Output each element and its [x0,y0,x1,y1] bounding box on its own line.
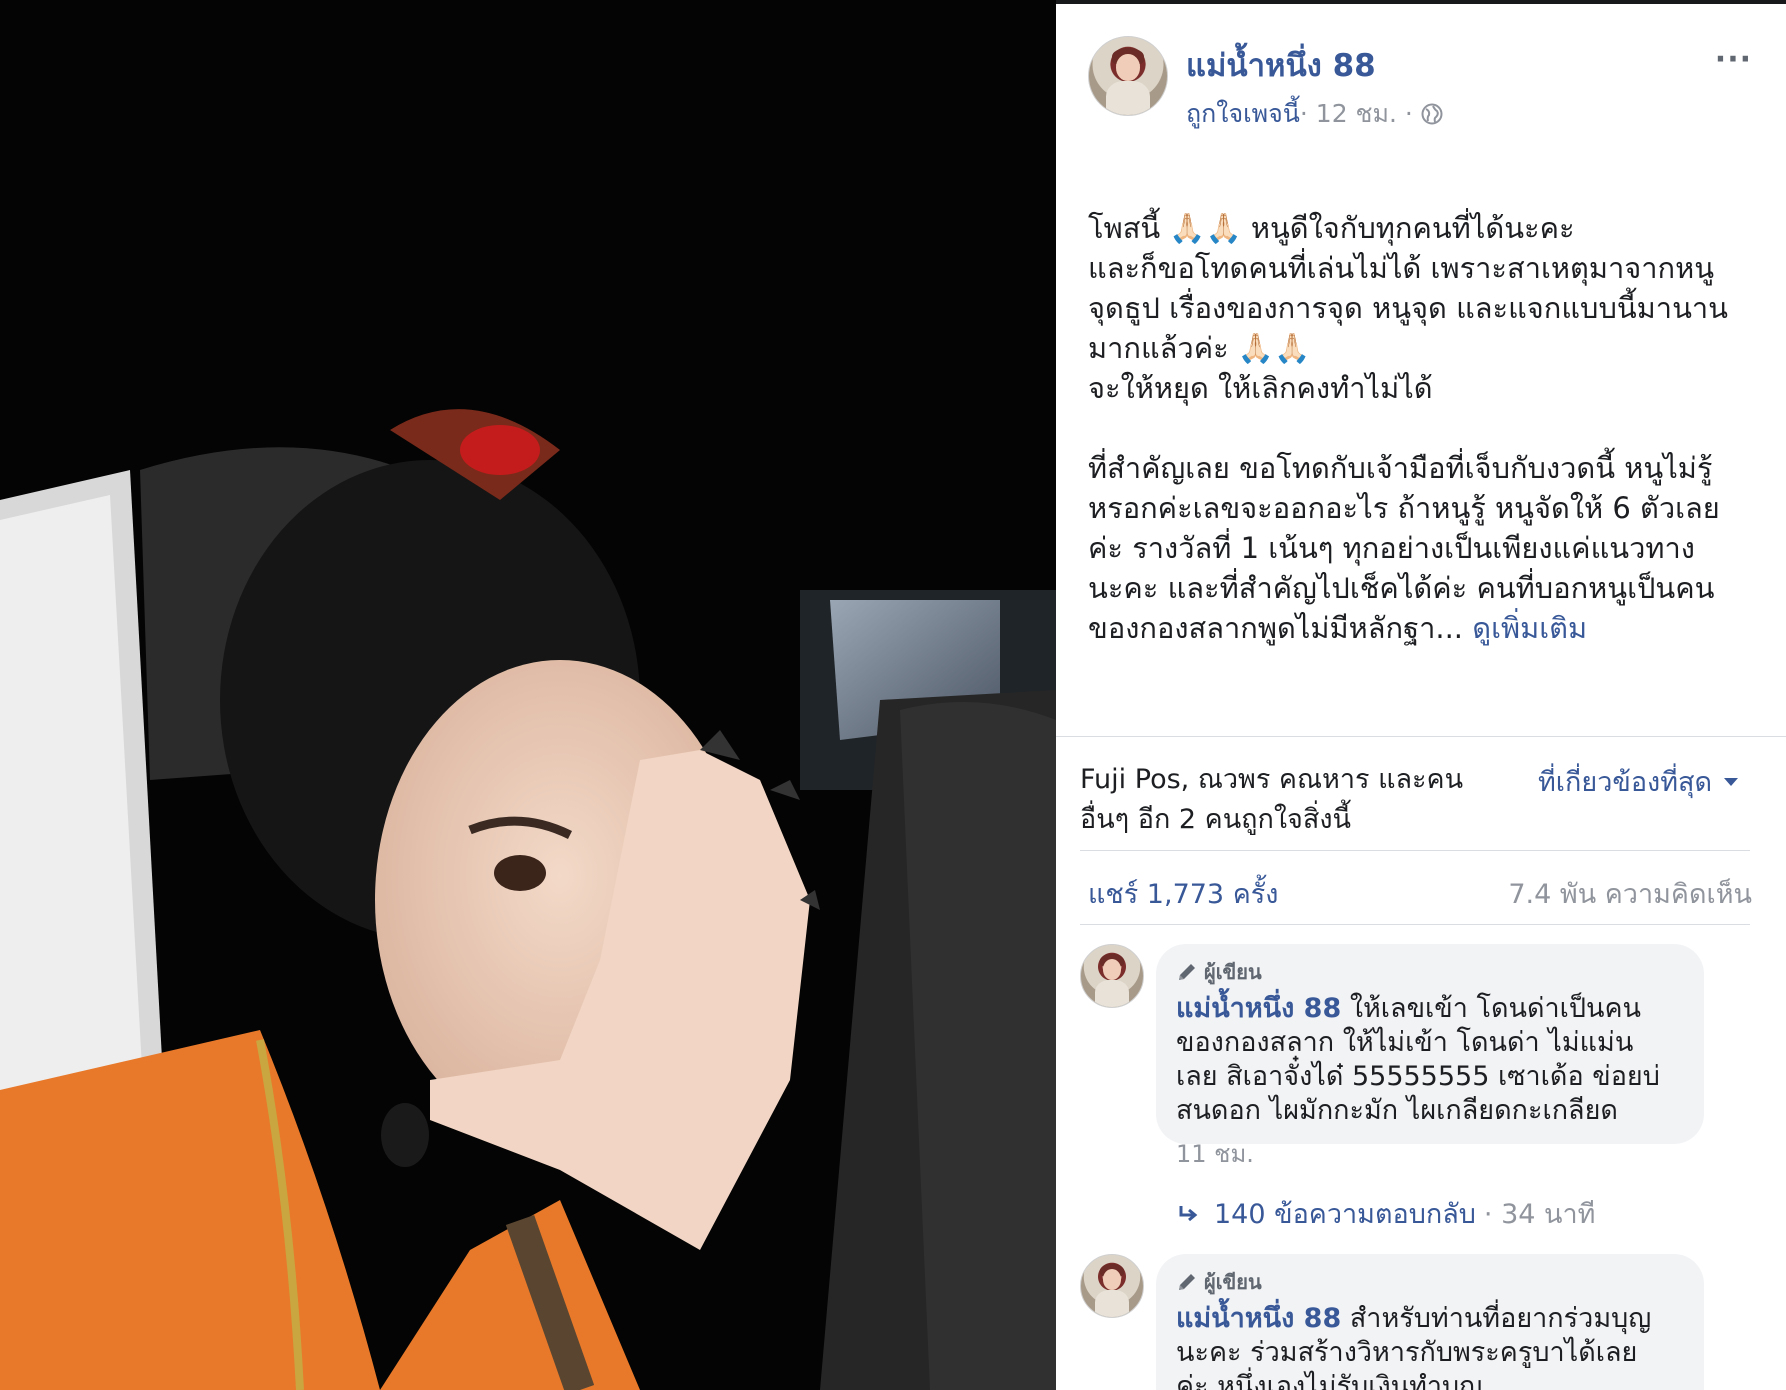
post-line: จุดธูป เรื่องของการจุด หนูจุด และแจกแบบน… [1088,291,1729,325]
comment-sort-dropdown[interactable]: ที่เกี่ยวข้องที่สุด [1538,760,1739,803]
comment-timestamp[interactable]: 11 ชม. [1176,1134,1254,1173]
comment-author-link[interactable]: แม่น้ำหนึ่ง 88 [1176,993,1341,1024]
comment-count-link[interactable]: 7.4 พัน ความคิดเห็น [1508,872,1752,915]
post-line: หรอกค่ะเลขจะออกอะไร ถ้าหนูรู้ หนูจัดให้ … [1088,491,1720,525]
selfie-illustration [0,0,1056,1390]
comment-bubble: ผู้เขียน แม่น้ำหนึ่ง 88 ให้เลขเข้า โดนด่… [1156,944,1704,1144]
post-line: นะคะ และที่สำคัญไปเช็คได้ค่ะ คนที่บอกหนู… [1088,571,1715,605]
post-line: และก็ขอโทดคนที่เล่นไม่ได้ เพราะสาเหตุมาจ… [1088,251,1715,285]
comment-author-link[interactable]: แม่น้ำหนึ่ง 88 [1176,1303,1341,1334]
author-badge: ผู้เขียน [1176,1266,1684,1298]
commenter-avatar[interactable] [1080,1254,1144,1318]
page-name-link[interactable]: แม่น้ำหนึ่ง 88 [1186,40,1376,90]
likers-line: อื่นๆ อีก 2 คนถูกใจสิ่งนี้ [1080,804,1352,835]
post-line: จะให้หยุด ให้เลิกคงทำไม่ได้ [1088,371,1433,405]
comment-text: แม่น้ำหนึ่ง 88 ให้เลขเข้า โดนด่าเป็นคน ข… [1176,992,1684,1128]
pencil-icon [1179,964,1195,980]
post-line: มากแล้วค่ะ 🙏🏻🙏🏻 [1088,331,1311,365]
comment-line: ให้เลขเข้า โดนด่าเป็นคน [1341,993,1641,1024]
see-more-link[interactable]: ดูเพิ่มเติม [1472,611,1587,645]
comment-line: เลย สิเอาจั๋งได๋ 55555555 เซาเด้อ ข่อยบ่ [1176,1061,1660,1092]
divider [1056,736,1786,737]
post-line: โพสนี้ 🙏🏻🙏🏻 หนูดีใจกับทุกคนที่ได้นะคะ [1088,211,1575,245]
commenter-avatar[interactable] [1080,944,1144,1008]
view-replies[interactable]: 140 ข้อความตอบกลับ · 34 นาที [1176,1192,1595,1235]
comment-bubble: ผู้เขียน แม่น้ำหนึ่ง 88 สำหรับท่านที่อยา… [1156,1254,1704,1390]
comment-line: สนดอก ไผมักกะมัก ไผเกลียดกะเกลียด [1176,1095,1618,1126]
reply-arrow-icon [1179,1205,1198,1221]
post-timestamp[interactable]: · 12 ชม. · [1300,94,1413,134]
comment-line: ค่ะ หนึ่งเองไม่รับเงินทำบุญ [1176,1371,1483,1390]
reply-timestamp: · 34 นาที [1483,1199,1596,1230]
author-badge: ผู้เขียน [1176,956,1684,988]
comment-line: นะคะ ร่วมสร้างวิหารกับพระครูบาได้เลย [1176,1337,1638,1368]
post-photo[interactable] [0,0,1056,1390]
post-line: ค่ะ รางวัลที่ 1 เน้นๆ ทุกอย่างเป็นเพียงแ… [1088,531,1695,565]
caret-down-icon [1724,777,1739,786]
more-options-icon[interactable]: ··· [1715,42,1752,77]
author-badge-label: ผู้เขียน [1204,1270,1262,1294]
likers-summary[interactable]: Fuji Pos, ณวพร คณหาร และคน อื่นๆ อีก 2 ค… [1080,760,1500,840]
likers-line: Fuji Pos, ณวพร คณหาร และคน [1080,764,1464,795]
post-body: โพสนี้ 🙏🏻🙏🏻 หนูดีใจกับทุกคนที่ได้นะคะ แล… [1088,208,1758,648]
post-line: ที่สำคัญเลย ขอโทดกับเจ้ามือที่เจ็บกับงวด… [1088,451,1713,485]
globe-icon [1421,103,1443,125]
comment-line: ของกองสลาก ให้ไม่เข้า โดนด่า ไม่แม่น [1176,1027,1634,1058]
author-badge-label: ผู้เขียน [1204,960,1262,984]
divider [1080,924,1750,925]
divider [1080,850,1750,851]
comment-line: สำหรับท่านที่อยากร่วมบุญ [1341,1303,1652,1334]
replies-link[interactable]: 140 ข้อความตอบกลับ [1214,1192,1476,1235]
page-avatar[interactable] [1088,36,1168,116]
post-line-last: ของกองสลากพูดไม่มีหลักฐา... ดูเพิ่มเติม [1088,608,1758,648]
share-count-link[interactable]: แชร์ 1,773 ครั้ง [1088,872,1278,915]
sort-label: ที่เกี่ยวข้องที่สุด [1538,767,1713,798]
like-page-link[interactable]: ถูกใจเพจนี้ [1186,94,1300,134]
pencil-icon [1179,1274,1195,1290]
comment-text: แม่น้ำหนึ่ง 88 สำหรับท่านที่อยากร่วมบุญ … [1176,1302,1684,1390]
post-line: ของกองสลากพูดไม่มีหลักฐา... [1088,611,1473,645]
post-panel: แม่น้ำหนึ่ง 88 ถูกใจเพจนี้ · 12 ชม. · ··… [1056,4,1786,1390]
post-meta: ถูกใจเพจนี้ · 12 ชม. · [1186,94,1443,134]
